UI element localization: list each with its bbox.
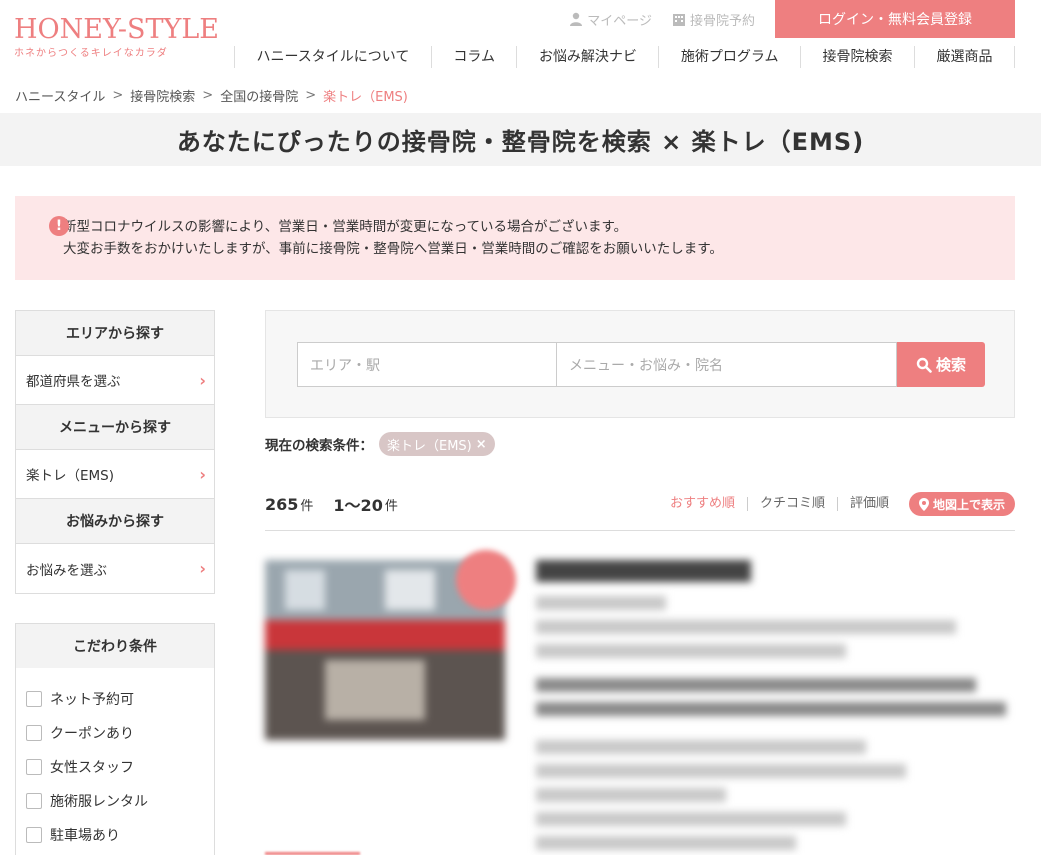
result-range: 1〜20 — [333, 496, 383, 515]
condition-label: 駐車場あり — [50, 828, 120, 844]
breadcrumb-separator: > — [112, 88, 124, 103]
condition-female-staff[interactable]: 女性スタッフ — [26, 750, 214, 784]
breadcrumb-current: 楽トレ（EMS) — [323, 90, 408, 105]
menu-ems-link[interactable]: 楽トレ（EMS) › — [16, 449, 214, 499]
select-worry-label: お悩みを選ぶ — [26, 562, 107, 579]
breadcrumb-separator: > — [202, 88, 214, 103]
select-worry-link[interactable]: お悩みを選ぶ › — [16, 543, 214, 593]
results-divider — [265, 530, 1015, 531]
global-nav: ハニースタイルについて コラム お悩み解決ナビ 施術プログラム 接骨院検索 厳選… — [234, 46, 1015, 68]
current-conditions: 現在の検索条件： 楽トレ（EMS) × — [265, 432, 495, 456]
breadcrumb-home[interactable]: ハニースタイル — [15, 86, 105, 105]
mypage-link[interactable]: マイページ — [569, 10, 652, 29]
search-button-label: 検索 — [935, 356, 966, 374]
search-panel: エリア・駅 メニュー・お悩み・院名 検索 — [265, 310, 1015, 418]
sidebar-conditions-box: こだわり条件 ネット予約可 クーポンあり 女性スタッフ 施術服レンタル 駐車場あ… — [15, 623, 215, 855]
sort-options: おすすめ順 クチコミ順 評価順 地図上で表示 — [658, 492, 1015, 516]
nav-item-products[interactable]: 厳選商品 — [914, 46, 1015, 68]
checkbox[interactable] — [26, 691, 42, 707]
result-range-unit: 件 — [384, 498, 398, 514]
condition-tag-ems[interactable]: 楽トレ（EMS) × — [379, 432, 495, 456]
covid-notice: ! 新型コロナウイルスの影響により、営業日・営業時間が変更になっている場合がござ… — [15, 196, 1015, 280]
condition-label: 女性スタッフ — [50, 760, 134, 776]
menu-ems-label: 楽トレ（EMS) — [26, 468, 115, 484]
condition-online-booking[interactable]: ネット予約可 — [26, 682, 214, 716]
breadcrumb-separator: > — [305, 88, 317, 103]
alert-icon: ! — [49, 216, 69, 236]
logo-wordmark: HONEY-STYLE — [14, 14, 219, 45]
page-title: あなたにぴったりの接骨院・整骨院を検索 × 楽トレ（EMS) — [176, 128, 865, 156]
clinic-name-placeholder[interactable] — [536, 560, 751, 582]
breadcrumb: ハニースタイル > 接骨院検索 > 全国の接骨院 > 楽トレ（EMS) — [15, 86, 408, 105]
nav-item-program[interactable]: 施術プログラム — [658, 46, 800, 68]
condition-tag-label: 楽トレ（EMS) — [387, 438, 472, 454]
reservation-label: 接骨院予約 — [689, 13, 755, 29]
condition-label: ネット予約可 — [50, 692, 134, 708]
title-band: あなたにぴったりの接骨院・整骨院を検索 × 楽トレ（EMS) — [0, 113, 1041, 166]
select-prefecture-link[interactable]: 都道府県を選ぶ › — [16, 355, 214, 405]
notice-line-1: 新型コロナウイルスの影響により、営業日・営業時間が変更になっている場合がございま… — [63, 219, 628, 235]
search-icon — [916, 357, 932, 373]
building-icon — [672, 14, 685, 26]
show-on-map-label: 地図上で表示 — [932, 497, 1005, 512]
menu-search-heading: メニューから探す — [16, 405, 214, 449]
nav-item-clinic-search[interactable]: 接骨院検索 — [800, 46, 914, 68]
close-icon[interactable]: × — [476, 437, 487, 452]
condition-coupon[interactable]: クーポンあり — [26, 716, 214, 750]
show-on-map-button[interactable]: 地図上で表示 — [908, 492, 1015, 516]
login-register-button[interactable]: ログイン・無料会員登録 — [775, 0, 1015, 38]
area-station-input[interactable]: エリア・駅 — [297, 342, 556, 387]
condition-parking[interactable]: 駐車場あり — [26, 818, 214, 852]
condition-wear-rental[interactable]: 施術服レンタル — [26, 784, 214, 818]
condition-label: 施術服レンタル — [50, 794, 148, 810]
chevron-right-icon: › — [199, 559, 206, 578]
breadcrumb-clinic-search[interactable]: 接骨院検索 — [130, 86, 195, 105]
results-bar: 265 件 1〜20 件 おすすめ順 クチコミ順 評価順 地図上で表示 — [265, 490, 1015, 518]
clinic-badge — [456, 550, 516, 610]
chevron-right-icon: › — [199, 464, 206, 484]
select-prefecture-label: 都道府県を選ぶ — [26, 374, 121, 390]
result-total: 265 — [265, 494, 299, 514]
sort-reviews[interactable]: クチコミ順 — [746, 497, 837, 511]
checkbox[interactable] — [26, 793, 42, 809]
utility-bar: マイページ 接骨院予約 ログイン・無料会員登録 — [569, 0, 1015, 38]
clinic-summary — [536, 560, 1006, 855]
chevron-right-icon: › — [199, 370, 206, 390]
notice-line-2: 大変お手数をおかけいたしますが、事前に接骨院・整骨院へ営業日・営業時間のご確認を… — [63, 241, 723, 257]
search-button[interactable]: 検索 — [897, 342, 985, 387]
reservation-link[interactable]: 接骨院予約 — [672, 10, 755, 29]
worry-search-heading: お悩みから探す — [16, 499, 214, 543]
logo-tagline: ホネからつくるキレイなカラダ — [14, 48, 168, 59]
nav-item-about[interactable]: ハニースタイルについて — [234, 46, 431, 68]
user-icon — [570, 12, 583, 26]
area-search-heading: エリアから探す — [16, 311, 214, 355]
sort-rating[interactable]: 評価順 — [836, 497, 901, 511]
conditions-heading: こだわり条件 — [16, 624, 214, 668]
checkbox[interactable] — [26, 759, 42, 775]
sidebar-search-box: エリアから探す 都道府県を選ぶ › メニューから探す 楽トレ（EMS) › お悩… — [15, 310, 215, 594]
sort-recommended[interactable]: おすすめ順 — [658, 497, 747, 511]
condition-label: クーポンあり — [50, 726, 134, 742]
mypage-label: マイページ — [587, 13, 652, 29]
result-total-unit: 件 — [300, 498, 314, 514]
menu-keyword-input[interactable]: メニュー・お悩み・院名 — [556, 342, 897, 387]
checkbox[interactable] — [26, 827, 42, 843]
checkbox[interactable] — [26, 725, 42, 741]
site-logo[interactable]: HONEY-STYLE ホネからつくるキレイなカラダ — [14, 14, 224, 59]
conditions-list: ネット予約可 クーポンあり 女性スタッフ 施術服レンタル 駐車場あり — [16, 668, 214, 852]
current-conditions-label: 現在の検索条件： — [265, 438, 373, 454]
nav-item-worry-navi[interactable]: お悩み解決ナビ — [516, 46, 658, 68]
breadcrumb-all-clinics[interactable]: 全国の接骨院 — [220, 86, 298, 105]
nav-item-column[interactable]: コラム — [430, 46, 517, 68]
map-pin-icon — [918, 497, 929, 511]
